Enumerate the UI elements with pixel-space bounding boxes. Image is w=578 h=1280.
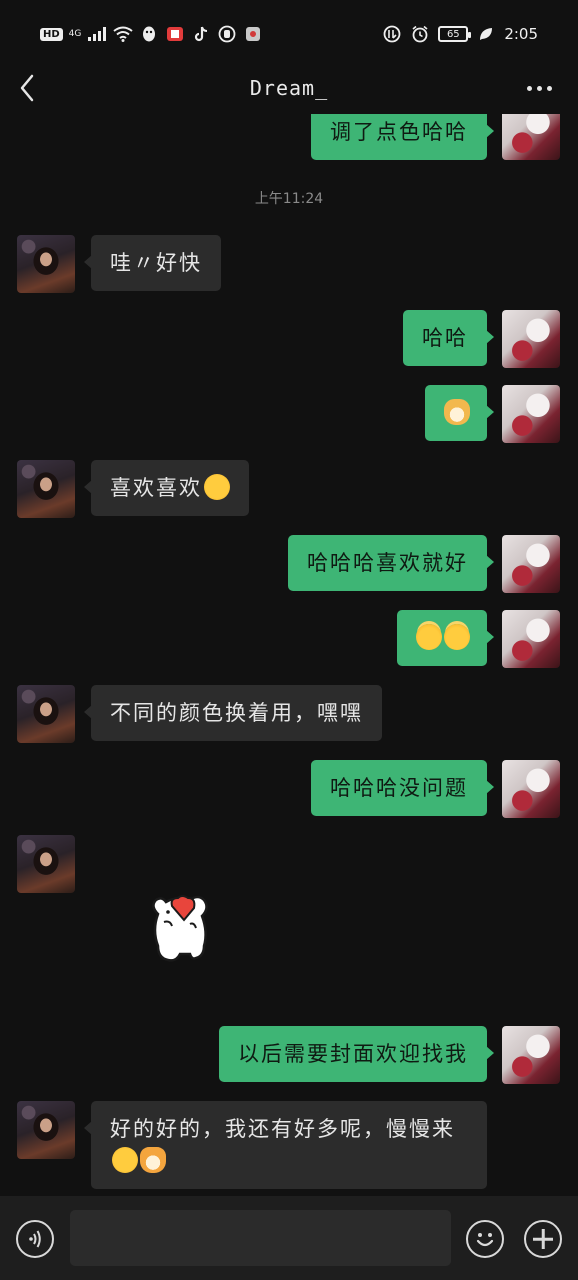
input-bar bbox=[0, 1196, 578, 1280]
contact-avatar[interactable] bbox=[17, 1101, 75, 1159]
message-text: 哈哈哈喜欢就好 bbox=[307, 551, 468, 575]
contact-avatar[interactable] bbox=[17, 685, 75, 743]
status-right: 65 2:05 bbox=[382, 24, 538, 44]
my-avatar[interactable] bbox=[502, 114, 560, 160]
message-bubble-outgoing[interactable]: 调了点色哈哈 bbox=[311, 114, 494, 160]
message-text: 哇〃好快 bbox=[110, 251, 202, 275]
message-text: 哈哈 bbox=[422, 326, 468, 350]
message-bubble-outgoing[interactable] bbox=[425, 385, 494, 441]
message-text: 以后需要封面欢迎找我 bbox=[238, 1042, 468, 1066]
signal-icon bbox=[87, 24, 107, 44]
alarm-icon bbox=[410, 24, 430, 44]
message-bubble-incoming[interactable]: 不同的颜色换着用，嘿嘿 bbox=[84, 685, 382, 741]
message-text: 喜欢喜欢 bbox=[110, 476, 202, 500]
network-indicator: 4G bbox=[68, 29, 82, 39]
contact-avatar[interactable] bbox=[17, 460, 75, 518]
leaf-icon bbox=[476, 24, 496, 44]
message-timestamp: 上午11:24 bbox=[254, 191, 324, 207]
message-text: 好的好的，我还有好多呢，慢慢来 bbox=[110, 1117, 455, 1141]
message-list[interactable]: 调了点色哈哈 上午11:24 哇〃好快 哈哈 喜欢喜欢 哈哈哈喜欢就好 不同的颜… bbox=[0, 114, 578, 1196]
message-bubble-outgoing[interactable]: 以后需要封面欢迎找我 bbox=[219, 1026, 494, 1082]
qq-icon bbox=[139, 24, 159, 44]
status-left: HD 4G bbox=[40, 24, 263, 44]
tiktok-icon bbox=[191, 24, 211, 44]
contact-avatar[interactable] bbox=[17, 235, 75, 293]
voice-input-button[interactable] bbox=[16, 1220, 54, 1258]
plus-button[interactable] bbox=[524, 1220, 562, 1258]
hd-indicator: HD bbox=[40, 27, 63, 41]
wifi-icon bbox=[113, 24, 133, 44]
message-bubble-outgoing[interactable]: 哈哈哈喜欢就好 bbox=[288, 535, 494, 591]
bear-holding-heart-sticker[interactable] bbox=[146, 886, 216, 966]
more-options-button[interactable] bbox=[524, 76, 554, 100]
data-speed-icon bbox=[382, 24, 402, 44]
more-dots-icon bbox=[526, 85, 532, 91]
message-text: 调了点色哈哈 bbox=[330, 120, 468, 144]
my-avatar[interactable] bbox=[502, 760, 560, 818]
game-app-icon bbox=[243, 24, 263, 44]
my-avatar[interactable] bbox=[502, 385, 560, 443]
my-avatar[interactable] bbox=[502, 310, 560, 368]
grinning-face-emoji bbox=[112, 1147, 138, 1173]
message-bubble-outgoing[interactable]: 哈哈哈没问题 bbox=[311, 760, 494, 816]
kissing-face-emoji bbox=[204, 474, 230, 500]
book-app-icon bbox=[165, 24, 185, 44]
clock: 2:05 bbox=[504, 25, 538, 43]
message-bubble-outgoing[interactable]: 哈哈 bbox=[403, 310, 494, 366]
my-avatar[interactable] bbox=[502, 610, 560, 668]
emoji-button[interactable] bbox=[466, 1220, 504, 1258]
message-bubble-incoming[interactable]: 喜欢喜欢 bbox=[84, 460, 249, 516]
chat-header: Dream_ bbox=[0, 62, 578, 114]
battery-indicator: 65 bbox=[438, 26, 472, 42]
halo-face-emoji bbox=[416, 624, 442, 650]
message-input[interactable] bbox=[70, 1210, 451, 1266]
my-avatar[interactable] bbox=[502, 535, 560, 593]
message-bubble-outgoing[interactable] bbox=[397, 610, 494, 666]
message-bubble-incoming[interactable]: 好的好的，我还有好多呢，慢慢来 bbox=[84, 1101, 487, 1189]
chat-title: Dream_ bbox=[249, 76, 329, 100]
message-bubble-incoming[interactable]: 哇〃好快 bbox=[84, 235, 221, 291]
voice-icon bbox=[29, 1230, 41, 1248]
emoji-icon bbox=[476, 1233, 494, 1247]
my-avatar[interactable] bbox=[502, 1026, 560, 1084]
message-text: 不同的颜色换着用，嘿嘿 bbox=[110, 701, 363, 725]
dog-face-emoji bbox=[444, 399, 470, 425]
hand-app-icon bbox=[217, 24, 237, 44]
cat-face-emoji bbox=[140, 1147, 166, 1173]
status-bar: HD 4G 65 2:05 bbox=[0, 0, 578, 70]
contact-avatar[interactable] bbox=[17, 835, 75, 893]
message-text: 哈哈哈没问题 bbox=[330, 776, 468, 800]
halo-face-emoji bbox=[444, 624, 470, 650]
